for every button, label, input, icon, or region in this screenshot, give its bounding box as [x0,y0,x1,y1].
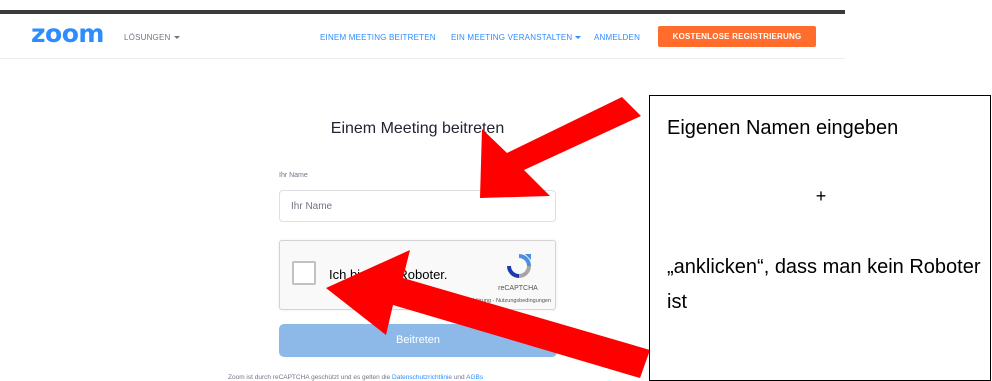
recaptcha-widget: Ich bin kein Roboter. reCAPTCHA Datensch… [279,240,556,310]
recaptcha-checkbox[interactable] [292,261,316,285]
name-field-label: Ihr Name [279,172,308,179]
join-button[interactable]: Beitreten [279,324,557,357]
annotation-plus: + [815,186,827,206]
recaptcha-checkbox-label: Ich bin kein Roboter. [329,267,448,282]
annotation-box: Eigenen Namen eingeben + „anklicken“, da… [649,95,991,381]
signup-button[interactable]: KOSTENLOSE REGISTRIERUNG [658,26,816,47]
recaptcha-logo-icon [507,254,531,278]
top-border [0,10,845,14]
annotation-line2: „anklicken“, dass man kein Roboter ist [667,256,981,313]
caret-down-icon [173,36,180,40]
recaptcha-brand: reCAPTCHA [498,285,538,292]
zoom-logo[interactable]: zoom [31,19,104,49]
page-title: Einem Meeting beitreten [330,120,505,137]
annotation-line1: Eigenen Namen eingeben [667,117,899,139]
nav-solutions[interactable]: LÖSUNGEN [124,33,180,42]
recaptcha-terms[interactable]: Datenschutzerklärung - Nutzungsbedingung… [438,298,551,304]
header-divider [0,58,845,59]
nav-solutions-label: LÖSUNGEN [124,33,171,42]
nav-sign-in[interactable]: ANMELDEN [594,33,640,42]
nav-host-meeting-label: EIN MEETING VERANSTALTEN [451,33,573,42]
nav-join-meeting[interactable]: EINEM MEETING BEITRETEN [320,33,436,42]
nav-host-meeting[interactable]: EIN MEETING VERANSTALTEN [451,33,582,42]
caret-down-icon [575,36,582,40]
name-input[interactable] [279,190,556,222]
arrow-to-name-field [480,97,641,198]
